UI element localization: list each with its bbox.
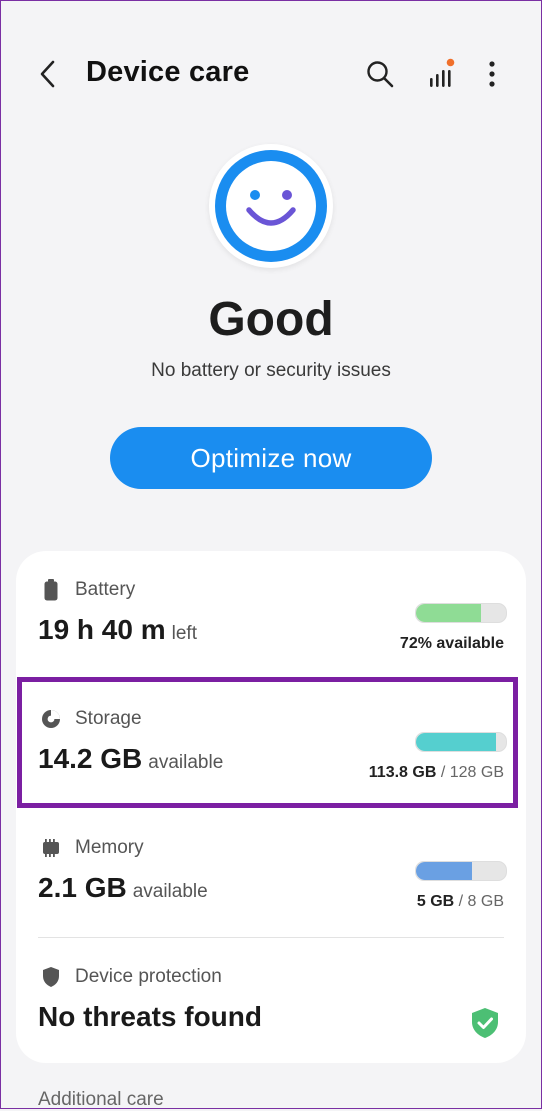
status-face [209,144,333,268]
memory-progress-fill [416,862,473,880]
battery-item[interactable]: Battery 19 h 40 m left 72% available [16,578,526,678]
status-title: Good [208,293,334,346]
more-options-button[interactable] [474,54,510,94]
memory-value: 2.1 GB available [38,872,208,904]
search-button[interactable] [360,54,400,94]
back-button[interactable] [30,56,66,92]
storage-highlight-box [17,677,518,808]
app-header: Device care [0,44,542,104]
memory-progress-bar [415,861,507,881]
divider [38,937,504,938]
optimize-now-button[interactable]: Optimize now [110,427,432,489]
signal-bars-icon [430,58,455,87]
more-vertical-icon [489,61,495,87]
shield-icon [43,967,59,987]
memory-usage: 5 GB / 8 GB [417,893,504,911]
battery-progress-fill [416,604,481,622]
device-protection-label: Device protection [75,966,222,987]
battery-label: Battery [75,579,136,600]
search-icon [367,61,394,88]
page-title: Device care [86,56,250,88]
battery-value: 19 h 40 m left [38,614,197,646]
smiley-face-icon [215,150,327,262]
memory-chip-icon [43,839,59,857]
battery-progress-bar [415,603,507,623]
battery-icon [44,579,58,601]
battery-available-text: 72% available [399,635,504,652]
battery-unit: left [171,623,197,644]
memory-unit: available [132,881,208,902]
shield-check-icon [472,1008,498,1038]
memory-label: Memory [75,837,144,858]
battery-available: 72% available [400,635,504,653]
notification-dot-icon [446,58,455,67]
diagnostics-button[interactable] [420,54,460,94]
status-subtitle: No battery or security issues [151,360,391,381]
memory-used: 5 GB [416,893,455,910]
device-protection-item[interactable]: Device protection No threats found [16,965,526,1055]
additional-care-heading: Additional care [38,1089,164,1110]
device-protection-value: No threats found [38,1001,262,1033]
chevron-left-icon [40,60,55,88]
memory-total: / 8 GB [458,893,504,910]
device-protection-status: No threats found [38,1001,262,1032]
memory-available-amount: 2.1 GB [38,872,127,903]
memory-item[interactable]: Memory 2.1 GB available 5 GB / 8 GB [16,836,526,936]
battery-time: 19 h 40 m [38,614,166,645]
